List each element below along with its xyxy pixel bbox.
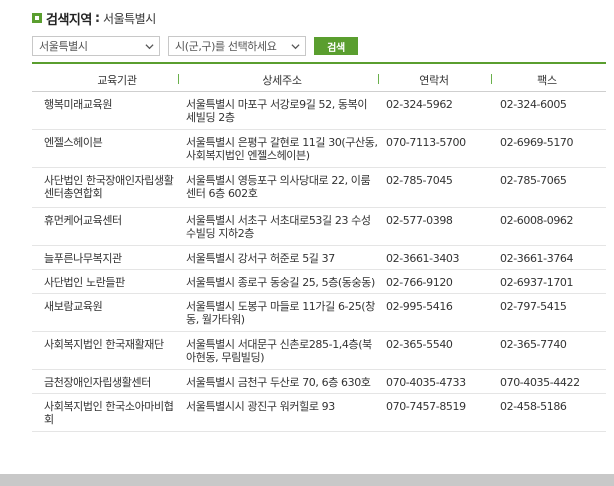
table-row: 금천장애인자립생활센터 서울특별시 금천구 두산로 70, 6층 630호 070-…: [32, 370, 606, 394]
institution-name: 휴먼케어교육센터: [44, 214, 122, 227]
table-row: 사단법인 한국장애인자립생활센터총연합회 서울특별시 영등포구 의사당대로 22,…: [32, 168, 606, 208]
institution-fax: 02-797-5415: [500, 300, 567, 313]
header-colon: :: [94, 10, 101, 26]
institution-phone: 02-324-5962: [386, 98, 453, 111]
table-body: 행복미래교육원 서울특별시 마포구 서강로9길 52, 동복이 세빌딩 2층 02-…: [32, 92, 606, 432]
institution-fax: 070-4035-4422: [500, 376, 580, 389]
institution-name: 엔젤스헤이븐: [44, 136, 103, 149]
institution-name: 사회복지법인 한국소아마비협회: [44, 400, 174, 426]
institution-fax: 02-3661-3764: [500, 252, 574, 265]
square-bullet-icon: [32, 13, 42, 23]
table-row: 늘푸른나무복지관 서울특별시 강서구 허준로 5길 37 02-3661-3403 0…: [32, 246, 606, 270]
table-row: 휴먼케어교육센터 서울특별시 서초구 서초대로53길 23 수성수빌딩 지하2층 0…: [32, 208, 606, 246]
institution-address: 서울특별시 종로구 동숭길 25, 5층(동숭동): [186, 276, 375, 289]
table-row: 엔젤스헤이븐 서울특별시 은평구 갈현로 11길 30(구산동, 사회복지법인 엔…: [32, 130, 606, 168]
institution-fax: 02-365-7740: [500, 338, 567, 351]
column-header-fax: 팩스: [537, 74, 557, 87]
header-region: 서울특별시: [103, 11, 156, 26]
institution-fax: 02-785-7065: [500, 174, 567, 187]
chevron-down-icon: [291, 43, 300, 49]
institution-fax: 02-324-6005: [500, 98, 567, 111]
table-row: 사회복지법인 한국재활재단 서울특별시 서대문구 신촌로285-1,4층(북아현동…: [32, 332, 606, 370]
institution-phone: 070-7113-5700: [386, 136, 466, 149]
search-region-header: 검색지역 : 서울특별시: [32, 9, 156, 28]
column-divider: [491, 74, 492, 84]
institution-phone: 02-766-9120: [386, 276, 453, 289]
institution-fax: 02-6937-1701: [500, 276, 574, 289]
institution-name: 새보람교육원: [44, 300, 103, 313]
table-row: 사단법인 노란들판 서울특별시 종로구 동숭길 25, 5층(동숭동) 02-766…: [32, 270, 606, 294]
column-header-phone: 연락처: [419, 74, 449, 87]
city-select-value: 서울특별시: [39, 40, 88, 53]
column-divider: [378, 74, 379, 84]
institution-address: 서울특별시 영등포구 의사당대로 22, 이룸센터 6층 602호: [186, 174, 371, 200]
horizontal-scrollbar[interactable]: [0, 474, 614, 486]
district-select[interactable]: 시(군,구)를 선택하세요: [168, 36, 306, 56]
institution-phone: 070-4035-4733: [386, 376, 466, 389]
institution-phone: 02-785-7045: [386, 174, 453, 187]
column-header-institution: 교육기관: [97, 74, 137, 87]
page-edge: [606, 62, 614, 474]
institution-address: 서울특별시 도봉구 마들로 11가길 6-25(창동, 월가타워): [186, 300, 375, 326]
search-controls: 서울특별시 시(군,구)를 선택하세요 검색: [32, 36, 358, 56]
institution-name: 사단법인 노란들판: [44, 276, 125, 289]
header-title: 검색지역: [46, 12, 92, 28]
institution-name: 사회복지법인 한국재활재단: [44, 338, 164, 351]
column-header-address: 상세주소: [262, 74, 302, 87]
chevron-down-icon: [145, 43, 154, 49]
institution-fax: 02-458-5186: [500, 400, 567, 413]
table-row: 행복미래교육원 서울특별시 마포구 서강로9길 52, 동복이 세빌딩 2층 02-…: [32, 92, 606, 130]
institution-address: 서울특별시 은평구 갈현로 11길 30(구산동, 사회복지법인 엔젤스헤이븐): [186, 136, 378, 162]
institution-phone: 02-365-5540: [386, 338, 453, 351]
institution-phone: 02-995-5416: [386, 300, 453, 313]
institution-address: 서울특별시 서대문구 신촌로285-1,4층(북아현동, 무림빌딩): [186, 338, 372, 364]
column-divider: [178, 74, 179, 84]
city-select[interactable]: 서울특별시: [32, 36, 160, 56]
institution-name: 늘푸른나무복지관: [44, 252, 122, 265]
district-select-value: 시(군,구)를 선택하세요: [175, 40, 277, 53]
institution-phone: 02-577-0398: [386, 214, 453, 227]
institution-address: 서울특별시 마포구 서강로9길 52, 동복이 세빌딩 2층: [186, 98, 368, 124]
table-row: 사회복지법인 한국소아마비협회 서울특별시시 광진구 워커힐로 93 070-745…: [32, 394, 606, 432]
institution-fax: 02-6969-5170: [500, 136, 574, 149]
institution-phone: 02-3661-3403: [386, 252, 460, 265]
table-row: 새보람교육원 서울특별시 도봉구 마들로 11가길 6-25(창동, 월가타워) 0…: [32, 294, 606, 332]
institution-phone: 070-7457-8519: [386, 400, 466, 413]
institution-table: 교육기관 상세주소 연락처 팩스 행복미래교육원 서울특별시 마포구 서강로9길 …: [32, 62, 606, 432]
institution-address: 서울특별시 금천구 두산로 70, 6층 630호: [186, 376, 371, 389]
table-header: 교육기관 상세주소 연락처 팩스: [32, 62, 606, 92]
institution-address: 서울특별시 서초구 서초대로53길 23 수성수빌딩 지하2층: [186, 214, 371, 240]
institution-fax: 02-6008-0962: [500, 214, 574, 227]
institution-address: 서울특별시시 광진구 워커힐로 93: [186, 400, 335, 413]
institution-name: 금천장애인자립생활센터: [44, 376, 151, 389]
institution-name: 사단법인 한국장애인자립생활센터총연합회: [44, 174, 174, 200]
institution-address: 서울특별시 강서구 허준로 5길 37: [186, 252, 335, 265]
institution-name: 행복미래교육원: [44, 98, 113, 111]
search-button[interactable]: 검색: [314, 37, 358, 55]
